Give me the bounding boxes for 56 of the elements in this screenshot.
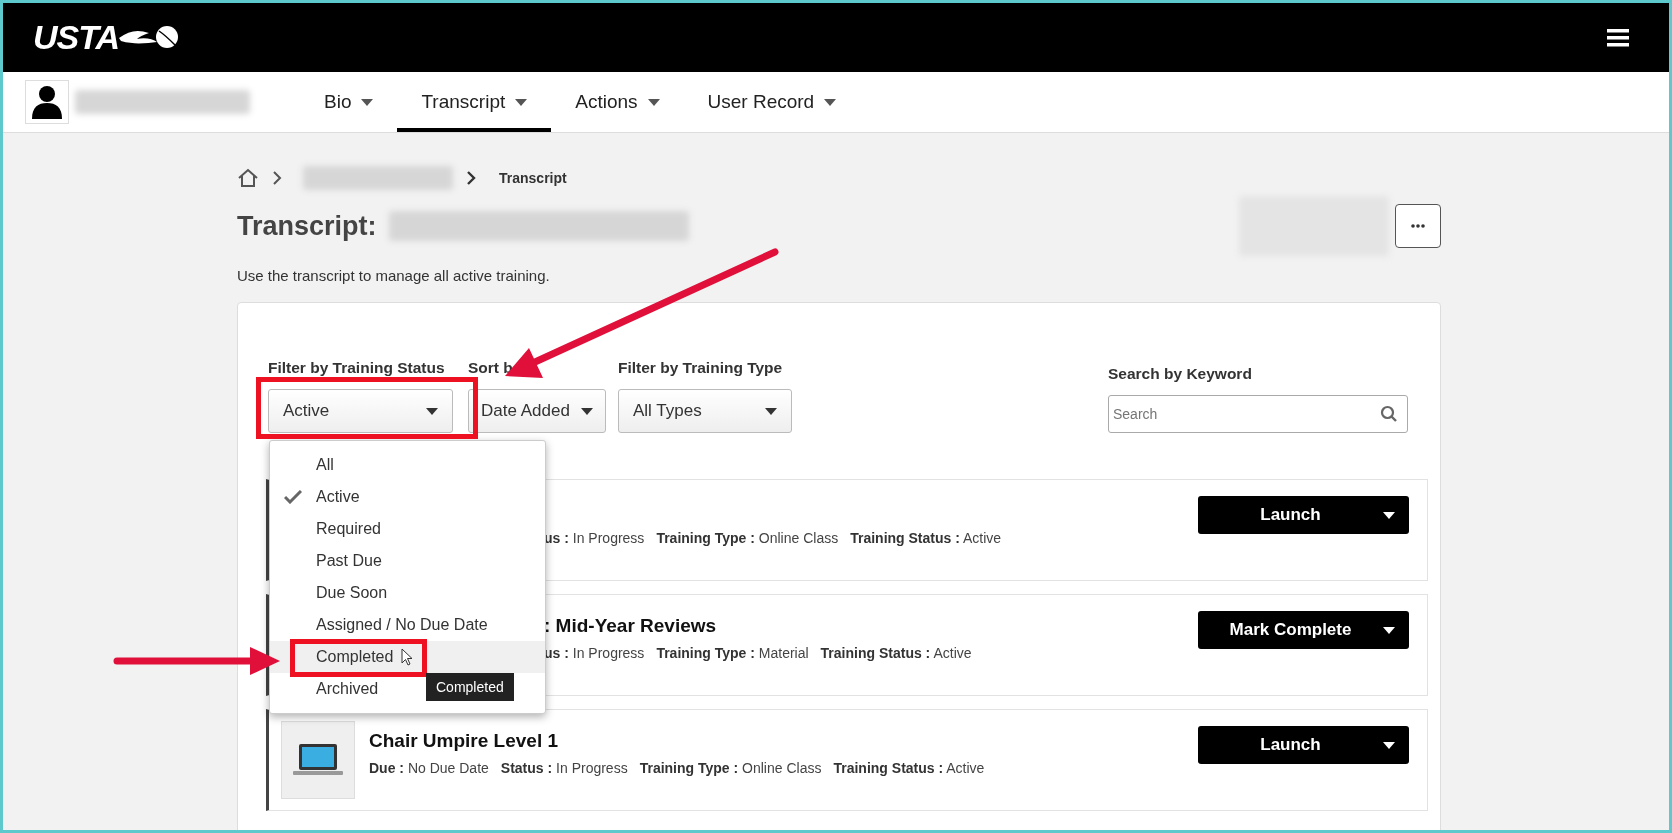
training-meta: Training Status : Active xyxy=(833,760,985,776)
search-icon xyxy=(1380,405,1398,423)
action-button[interactable]: Launch xyxy=(1198,496,1409,534)
menu-item[interactable]: All xyxy=(270,449,344,481)
menu-item[interactable]: Active xyxy=(270,481,370,513)
dropdown-select[interactable]: Date Added xyxy=(468,389,606,433)
page-description: Use the transcript to manage all active training. xyxy=(237,267,551,284)
chevron-right-icon xyxy=(271,170,283,186)
caret-icon xyxy=(581,407,593,415)
nav-tab[interactable]: Actions xyxy=(551,72,684,132)
menu-item[interactable]: Required xyxy=(270,513,391,545)
menu-item[interactable]: Archived xyxy=(270,673,389,705)
laptop-icon xyxy=(281,721,355,799)
training-title[interactable]: : Mid-Year Reviews xyxy=(544,615,717,636)
caret-icon xyxy=(426,407,438,415)
logo[interactable]: USTA xyxy=(33,18,120,57)
breadcrumb-current: Transcript xyxy=(499,170,567,186)
training-meta: Training Type : Online Class xyxy=(656,530,839,546)
avatar-icon xyxy=(25,80,69,124)
caret-icon xyxy=(765,407,777,415)
caret-icon xyxy=(1383,511,1395,519)
tooltip: Completed xyxy=(426,673,514,701)
training-meta: Training Type : Online Class xyxy=(639,760,822,776)
filter-label: Filter by Training Type xyxy=(618,359,784,377)
action-button[interactable]: Mark Complete xyxy=(1198,611,1409,649)
training-meta: Training Status : Active xyxy=(820,645,972,661)
training-meta: Training Type : Material xyxy=(656,645,809,661)
caret-icon xyxy=(515,98,528,106)
training-meta: Training Status : Active xyxy=(850,530,1002,546)
action-button[interactable]: Launch xyxy=(1198,726,1409,764)
training-meta: Due : No Due Date xyxy=(369,760,489,776)
nav-tab[interactable]: Bio xyxy=(300,72,398,132)
search-field[interactable]: Search xyxy=(1108,395,1408,433)
chevron-right-icon xyxy=(465,170,477,186)
training-meta: Status : In Progress xyxy=(500,760,628,776)
caret-icon xyxy=(361,98,374,106)
menu-item[interactable]: Assigned / No Due Date xyxy=(270,609,498,641)
page-title: Transcript: xyxy=(237,210,377,242)
nav-tab[interactable]: Transcript xyxy=(397,72,552,132)
dropdown-select[interactable]: All Types xyxy=(618,389,792,433)
training-title[interactable]: Chair Umpire Level 1 xyxy=(369,730,559,751)
caret-icon xyxy=(1383,626,1395,634)
mouse-pointer-icon xyxy=(401,648,414,666)
dropdown-select[interactable]: Active xyxy=(268,389,453,433)
menu-icon[interactable] xyxy=(1607,28,1629,47)
caret-icon xyxy=(1383,741,1395,749)
menu-item[interactable]: Due Soon xyxy=(270,577,398,609)
more-button[interactable] xyxy=(1395,204,1441,248)
nav-tab[interactable]: User Record xyxy=(683,72,861,132)
filter-label: Filter by Training Status xyxy=(268,359,446,377)
caret-icon xyxy=(824,98,837,106)
filter-label: Search by Keyword xyxy=(1108,365,1253,383)
caret-icon xyxy=(647,98,660,106)
home-icon[interactable] xyxy=(237,168,259,188)
ellipsis-icon xyxy=(1411,224,1425,228)
menu-item[interactable]: Past Due xyxy=(270,545,392,577)
